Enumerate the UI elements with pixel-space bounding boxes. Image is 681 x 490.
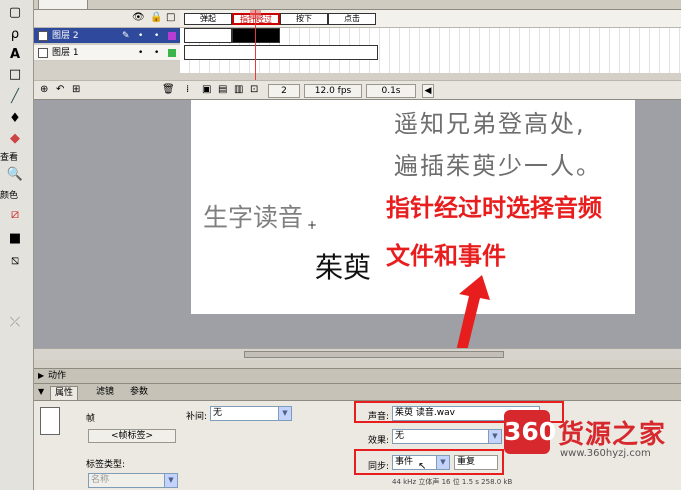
add-layer-icon[interactable]: ⊕ [40,84,48,95]
label-type-select[interactable]: 名称 ▼ [88,473,178,488]
chevron-down-icon: ▼ [278,407,291,420]
registration-cross-icon: + [307,218,318,232]
timeline-status-bar: ⊕ ↶ ⊞ 🗑 ⁞ ▣ ▤ ▥ ⊡ 2 12.0 fps 0.1s ◀ [34,80,681,100]
lock-dot[interactable]: • [154,28,159,44]
layer-name: 图层 2 [52,31,79,41]
watermark-url: www.360hyzj.com [560,448,651,459]
chevron-down-icon: ▼ [164,474,177,487]
ink-bottle-icon[interactable]: ♦ [5,110,25,128]
rectangle-tool-icon[interactable]: □ [5,66,25,84]
center-frame-icon[interactable]: ⁞ [186,84,189,95]
layer-icon [38,31,48,41]
label-type-label: 标签类型: [86,460,126,470]
eye-icon[interactable]: 👁 [132,12,145,23]
frame-thumbnail-icon [40,407,60,435]
tools-panel: ▢ ρ A □ ╱ ♦ ◆ 查看 🔍 颜色 ⧄ ■ ⧅ ⤫ [0,0,34,490]
actions-title: 动作 [48,371,67,381]
view-section-label: 查看 [0,153,19,163]
subselect-icon[interactable]: ▢ [5,4,25,22]
scene-tab[interactable] [38,0,88,10]
chevron-down-icon: ▼ [488,430,501,443]
pencil-icon: ✎ [122,31,130,41]
elapsed-time: 0.1s [366,84,416,98]
tween-select[interactable]: 无 ▼ [210,406,292,421]
modify-markers-icon[interactable]: ⊡ [250,84,258,95]
keyframe-span[interactable] [184,45,378,60]
fill-color-icon[interactable]: ■ [5,230,25,248]
eraser-icon[interactable]: ◆ [5,130,25,148]
tab-filters[interactable]: 滤镜 [92,386,118,400]
frame-label: 帧 [86,414,96,424]
lock-icon[interactable]: 🔒 [150,12,162,23]
sync-highlight-box [354,449,504,475]
options-icon[interactable]: ⤫ [5,314,25,332]
work-area: 遥知兄弟登高处, 遍插茱萸少一人。 生字读音 + 茱萸 指针经过时选择音频 文件… [34,100,681,348]
brush-tool-icon[interactable]: ╱ [5,88,25,106]
tween-label: 补间: [186,412,208,422]
trash-icon[interactable]: 🗑 [162,84,175,95]
expand-arrow-icon[interactable]: ▼ [38,387,44,396]
tab-parameters[interactable]: 参数 [126,386,152,400]
actions-panel-bar[interactable]: ▶ 动作 [34,368,681,383]
lock-dot[interactable]: • [154,45,159,61]
annotation-line-2: 文件和事件 [386,242,506,270]
layer-row-2[interactable]: 图层 2 ✎ • • [34,28,180,44]
visibility-dot[interactable]: • [138,28,143,44]
stroke-color-icon[interactable]: ⧄ [5,206,25,224]
keyframe-over[interactable] [232,28,280,43]
watermark-logo: 360 [504,410,556,454]
word-button-text[interactable]: 茱萸 [315,246,371,286]
add-guide-icon[interactable]: ↶ [56,84,64,95]
annotation-line-1: 指针经过时选择音频 [386,194,602,222]
panel-divider[interactable] [34,360,681,368]
frame-label-up: 弹起 [184,13,232,25]
effect-select[interactable]: 无 ▼ [392,429,502,444]
zoom-icon[interactable]: 🔍 [5,166,25,184]
keyframe-up[interactable] [184,28,232,43]
watermark-name: 货源之家 [558,420,667,450]
frame-rate: 12.0 fps [304,84,362,98]
lasso-icon[interactable]: ρ [5,26,25,44]
layer-icon [38,48,48,58]
onion-outline-icon[interactable]: ▤ [218,84,227,95]
add-folder-icon[interactable]: ⊞ [72,84,80,95]
layer-color-swatch [168,49,176,57]
tab-properties[interactable]: 属性 [50,386,79,400]
collapse-arrow-icon[interactable]: ▶ [38,369,44,383]
layer-color-swatch [168,32,176,40]
layer-name: 图层 1 [52,48,79,58]
stage-horizontal-scrollbar[interactable] [34,348,681,360]
poem-line-2: 遍插茱萸少一人。 [394,152,602,180]
frame-label-down: 按下 [280,13,328,25]
scrollbar-thumb[interactable] [244,351,504,358]
effect-label: 效果: [368,436,390,446]
timeline-top-strip [34,0,681,10]
pronunciation-label: 生字读音 [203,203,304,232]
color-section-label: 颜色 [0,191,19,201]
layer-header: 👁 🔒 □ [34,10,180,28]
poem-line-1: 遥知兄弟登高处, [394,110,586,138]
current-frame: 2 [268,84,300,98]
text-tool-icon[interactable]: A [5,46,25,64]
sound-info: 44 kHz 立体声 16 位 1.5 s 258.0 kB [392,478,513,486]
visibility-dot[interactable]: • [138,45,143,61]
layer-row-1[interactable]: 图层 1 • • [34,45,180,61]
scroll-left-icon[interactable]: ◀ [422,84,434,98]
outline-icon[interactable]: □ [166,12,175,23]
properties-tabs: ▼ 属性 滤镜 参数 [34,383,681,400]
edit-frames-icon[interactable]: ▥ [234,84,243,95]
swap-colors-icon[interactable]: ⧅ [5,252,25,270]
onion-skin-icon[interactable]: ▣ [202,84,211,95]
stage[interactable]: 遥知兄弟登高处, 遍插茱萸少一人。 生字读音 + 茱萸 指针经过时选择音频 文件… [191,100,635,314]
frame-label-hit: 点击 [328,13,376,25]
frame-label-field[interactable]: <帧标签> [88,429,176,443]
